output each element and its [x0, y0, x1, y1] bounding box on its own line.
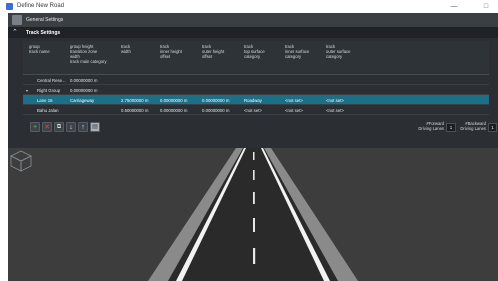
general-settings-label[interactable]: General Settings [26, 17, 63, 23]
cell-top-surface: <not set> [244, 108, 262, 113]
cell-category: Carriageway [70, 98, 95, 103]
add-row-button[interactable]: + [30, 122, 40, 132]
settings-icon[interactable] [12, 15, 22, 25]
table-row[interactable]: Bahu Jalan 0.50000000 m 0.00000000 m 0.0… [23, 105, 489, 115]
maximize-button[interactable]: □ [478, 1, 494, 12]
column-header-group-name[interactable]: group track name [29, 44, 50, 54]
cell-outer-height: 0.00000000 m [202, 98, 230, 103]
column-header-track-width[interactable]: track width [121, 44, 131, 54]
collapse-chevron-icon[interactable]: ⌃ [12, 29, 18, 36]
expand-caret-icon[interactable]: ▾ [26, 88, 28, 93]
road-preview [8, 148, 498, 281]
view-cube-icon[interactable] [8, 148, 34, 174]
cell-outer-height: 0.00000000 m [202, 108, 230, 113]
column-header-top-surface[interactable]: track top surface category [244, 44, 265, 59]
track-settings-title: Track Settings [26, 30, 61, 36]
table-header: group track name group height transition… [23, 41, 489, 75]
minimize-button[interactable]: — [446, 1, 462, 12]
window-titlebar: Define New Road — □ [0, 0, 498, 13]
backward-lanes-label: #Backward Driving Lanes [460, 121, 486, 131]
cell-outer-surface: <not set> [326, 108, 344, 113]
cell-outer-surface: <not set> [326, 98, 344, 103]
cell-inner-surface: <not set> [285, 108, 303, 113]
copy-row-button[interactable]: ⧉ [54, 122, 64, 132]
delete-row-button[interactable]: ✕ [42, 122, 52, 132]
road-3d-viewport[interactable] [8, 148, 498, 281]
table-row[interactable]: Central Rese... 0.00000000 m [23, 75, 489, 85]
general-settings-bar: General Settings [8, 13, 498, 27]
cell-inner-height: 0.00000000 m [160, 98, 188, 103]
column-header-group-height[interactable]: group height transition zone width track… [70, 44, 107, 64]
column-header-outer-height[interactable]: track outer height offset [202, 44, 224, 59]
cell-name: Lane 16 [37, 98, 53, 103]
cell-name: Bahu Jalan [37, 108, 59, 113]
cell-top-surface: Roadway [244, 98, 262, 103]
move-up-button[interactable]: ↑ [78, 122, 88, 132]
cell-width: 2.75000000 m [121, 98, 149, 103]
cell-inner-height: 0.00000000 m [160, 108, 188, 113]
cell-group-height: 0.00000000 m [70, 88, 98, 93]
track-table: group track name group height transition… [23, 41, 489, 115]
column-header-inner-height[interactable]: track inner height offset [160, 44, 182, 59]
table-row[interactable]: ▾ Right Group 0.00000000 m [23, 85, 489, 95]
road-definition-window: General Settings ⌃ Track Settings group … [8, 13, 498, 281]
cell-name: Central Rese... [37, 78, 66, 83]
column-header-inner-surface[interactable]: track inner surface category [285, 44, 309, 59]
backward-lanes-input[interactable]: 1 [488, 123, 497, 132]
cell-width: 0.50000000 m [121, 108, 149, 113]
cell-name: Right Group [37, 88, 61, 93]
app-icon [6, 3, 13, 10]
move-down-button[interactable]: ↓ [66, 122, 76, 132]
track-settings-header[interactable]: ⌃ Track Settings [8, 27, 498, 38]
forward-lanes-label: #Forward Driving Lanes [418, 121, 444, 131]
cell-group-height: 0.00000000 m [70, 78, 98, 83]
paste-row-button[interactable]: ▤ [90, 122, 100, 132]
cell-inner-surface: <not set> [285, 98, 303, 103]
window-title: Define New Road [17, 3, 65, 9]
column-header-outer-surface[interactable]: track outer surface category [326, 44, 350, 59]
table-row-selected[interactable]: Lane 16 Carriageway 2.75000000 m 0.00000… [23, 95, 489, 105]
